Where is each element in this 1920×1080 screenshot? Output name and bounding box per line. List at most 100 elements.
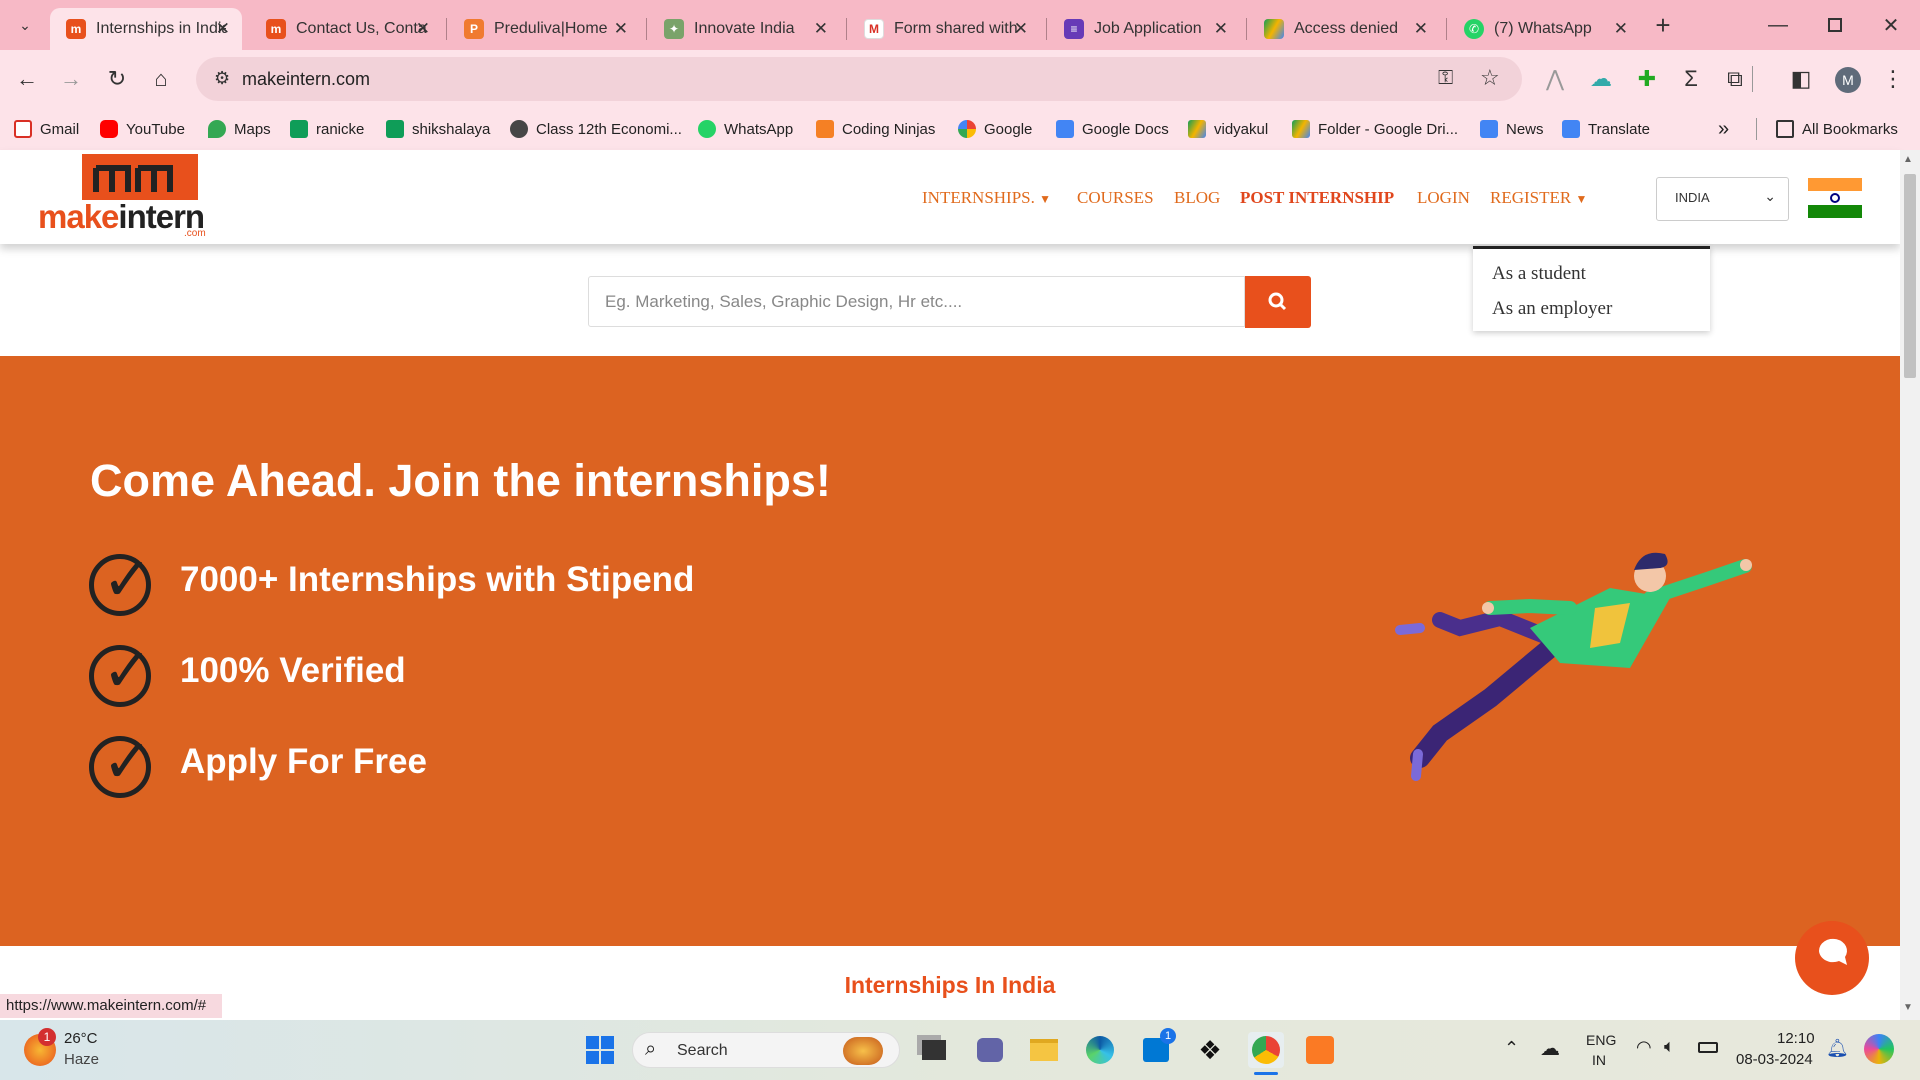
nav-register[interactable]: REGISTER ▼ [1490, 188, 1587, 208]
chat-widget-button[interactable] [1795, 921, 1869, 995]
clock-time[interactable]: 12:10 [1777, 1030, 1815, 1047]
country-select[interactable]: INDIA ⌄ [1656, 177, 1789, 221]
docs-icon [1056, 120, 1074, 138]
tab-search-icon[interactable]: ⌄ [12, 12, 38, 38]
close-icon[interactable]: ✕ [1414, 19, 1428, 39]
close-icon[interactable]: ✕ [814, 19, 828, 39]
bookmark-maps[interactable]: Maps [208, 116, 271, 142]
tab-internships[interactable]: m Internships in India ✕ [50, 8, 242, 50]
language-region[interactable]: IN [1592, 1052, 1606, 1068]
address-bar[interactable]: ⚙ makeintern.com ⚿ ☆ [196, 57, 1522, 101]
extension-a-icon[interactable]: ⋀ [1542, 66, 1568, 92]
notification-bell-icon[interactable]: 🔔︎ [1826, 1038, 1849, 1059]
extensions-puzzle-icon[interactable]: ⧉ [1722, 66, 1748, 92]
dropbox-icon[interactable]: ❖ [1192, 1032, 1228, 1068]
chrome-icon[interactable] [1248, 1032, 1284, 1068]
tab-gmail-form[interactable]: M Form shared with ✕ [848, 8, 1040, 50]
bookmark-shikshalaya[interactable]: shikshalaya [386, 116, 490, 142]
india-flag-icon [1808, 178, 1862, 218]
show-hidden-icons-icon[interactable]: ⌃ [1504, 1038, 1519, 1059]
close-icon[interactable]: ✕ [416, 19, 430, 39]
password-key-icon[interactable]: ⚿ [1438, 67, 1453, 90]
extension-cloud-icon[interactable]: ☁ [1588, 66, 1614, 92]
bookmark-whatsapp[interactable]: WhatsApp [698, 116, 793, 142]
more-bookmarks-icon[interactable]: » [1718, 116, 1729, 142]
tab-job-application[interactable]: ≡ Job Application ✕ [1048, 8, 1240, 50]
register-as-employer[interactable]: As an employer [1492, 298, 1612, 320]
internship-search-input[interactable]: Eg. Marketing, Sales, Graphic Design, Hr… [588, 276, 1245, 327]
search-icon [1268, 292, 1287, 311]
file-explorer-icon[interactable] [1026, 1032, 1062, 1068]
wifi-icon[interactable]: ◠ [1636, 1037, 1652, 1058]
tab-innovate-india[interactable]: ✦ Innovate India ✕ [648, 8, 840, 50]
nav-login[interactable]: LOGIN [1417, 188, 1470, 208]
bookmark-class12[interactable]: Class 12th Economi... [510, 116, 682, 142]
profile-avatar[interactable]: M [1835, 67, 1861, 93]
battery-icon[interactable] [1698, 1042, 1718, 1053]
bookmark-news[interactable]: News [1480, 116, 1544, 142]
bookmark-vidyakul[interactable]: vidyakul [1188, 116, 1268, 142]
bookmark-google[interactable]: Google [958, 116, 1032, 142]
language-indicator[interactable]: ENG [1586, 1032, 1616, 1048]
register-as-student[interactable]: As a student [1492, 263, 1586, 285]
google-drive-icon [1188, 120, 1206, 138]
restore-icon[interactable] [1828, 18, 1842, 32]
task-view-icon[interactable] [916, 1032, 952, 1068]
bookmark-google-docs[interactable]: Google Docs [1056, 116, 1169, 142]
page-scrollbar[interactable]: ▲ ▼ [1900, 150, 1920, 1020]
taskbar-search-box[interactable]: ⌕ Search [632, 1032, 900, 1068]
nav-blog[interactable]: BLOG [1174, 188, 1220, 208]
site-info-icon[interactable]: ⚙ [214, 68, 230, 89]
weather-desc[interactable]: Haze [64, 1051, 99, 1068]
close-icon[interactable]: ✕ [1014, 19, 1028, 39]
clock-date[interactable]: 08-03-2024 [1736, 1051, 1813, 1068]
bookmark-coding-ninjas[interactable]: Coding Ninjas [816, 116, 935, 142]
tab-access-denied[interactable]: Access denied ✕ [1248, 8, 1440, 50]
scroll-up-icon[interactable]: ▲ [1903, 154, 1913, 165]
url-text[interactable]: makeintern.com [242, 69, 370, 90]
close-icon[interactable]: ✕ [1614, 19, 1628, 39]
back-icon[interactable]: ← [14, 66, 40, 92]
bookmark-folder-drive[interactable]: Folder - Google Dri... [1292, 116, 1458, 142]
edge-icon[interactable] [1082, 1032, 1118, 1068]
window-close-icon[interactable]: ✕ [1878, 12, 1904, 38]
nav-post-internship[interactable]: POST INTERNSHIP [1240, 188, 1394, 208]
forward-icon[interactable]: → [58, 66, 84, 92]
weather-temp[interactable]: 26°C [64, 1030, 98, 1047]
new-tab-icon[interactable]: + [1650, 10, 1676, 40]
tab-preduliva[interactable]: P Preduliva|Home ✕ [448, 8, 640, 50]
all-bookmarks-button[interactable]: All Bookmarks [1776, 116, 1898, 142]
menu-kebab-icon[interactable]: ⋮ [1880, 66, 1906, 92]
bookmark-youtube[interactable]: YouTube [100, 116, 185, 142]
tab-title: Form shared with [894, 20, 1018, 37]
close-icon[interactable]: ✕ [216, 19, 230, 39]
xampp-icon[interactable] [1302, 1032, 1338, 1068]
sheets-icon [386, 120, 404, 138]
minimize-icon[interactable]: — [1765, 12, 1791, 38]
windows-start-icon[interactable] [582, 1032, 618, 1068]
bookmark-star-icon[interactable]: ☆ [1480, 65, 1500, 91]
onedrive-icon[interactable]: ☁ [1540, 1036, 1560, 1061]
nav-courses[interactable]: COURSES [1077, 188, 1154, 208]
extension-sigma-icon[interactable]: Σ [1678, 66, 1704, 92]
tab-whatsapp[interactable]: ✆ (7) WhatsApp ✕ [1448, 8, 1640, 50]
copilot-icon[interactable] [1864, 1034, 1894, 1064]
search-button[interactable] [1245, 276, 1311, 328]
scroll-down-icon[interactable]: ▼ [1903, 1002, 1913, 1013]
bookmark-translate[interactable]: Translate [1562, 116, 1650, 142]
makeintern-logo[interactable]: makeintern .com [38, 152, 218, 239]
bookmark-ranicke[interactable]: ranicke [290, 116, 364, 142]
google-icon [958, 120, 976, 138]
reload-icon[interactable]: ↻ [104, 66, 130, 92]
side-panel-icon[interactable]: ◧ [1788, 66, 1814, 92]
volume-icon[interactable]: 🔈︎ [1664, 1036, 1675, 1057]
tab-contact[interactable]: m Contact Us, Contact ✕ [250, 8, 442, 50]
scrollbar-thumb[interactable] [1904, 174, 1916, 378]
close-icon[interactable]: ✕ [1214, 19, 1228, 39]
teams-chat-icon[interactable] [972, 1032, 1008, 1068]
home-icon[interactable]: ⌂ [148, 66, 174, 92]
extension-plus-icon[interactable]: ✚ [1634, 66, 1660, 92]
bookmark-gmail[interactable]: Gmail [14, 116, 79, 142]
nav-internships[interactable]: INTERNSHIPS. ▼ [922, 188, 1051, 208]
close-icon[interactable]: ✕ [614, 19, 628, 39]
